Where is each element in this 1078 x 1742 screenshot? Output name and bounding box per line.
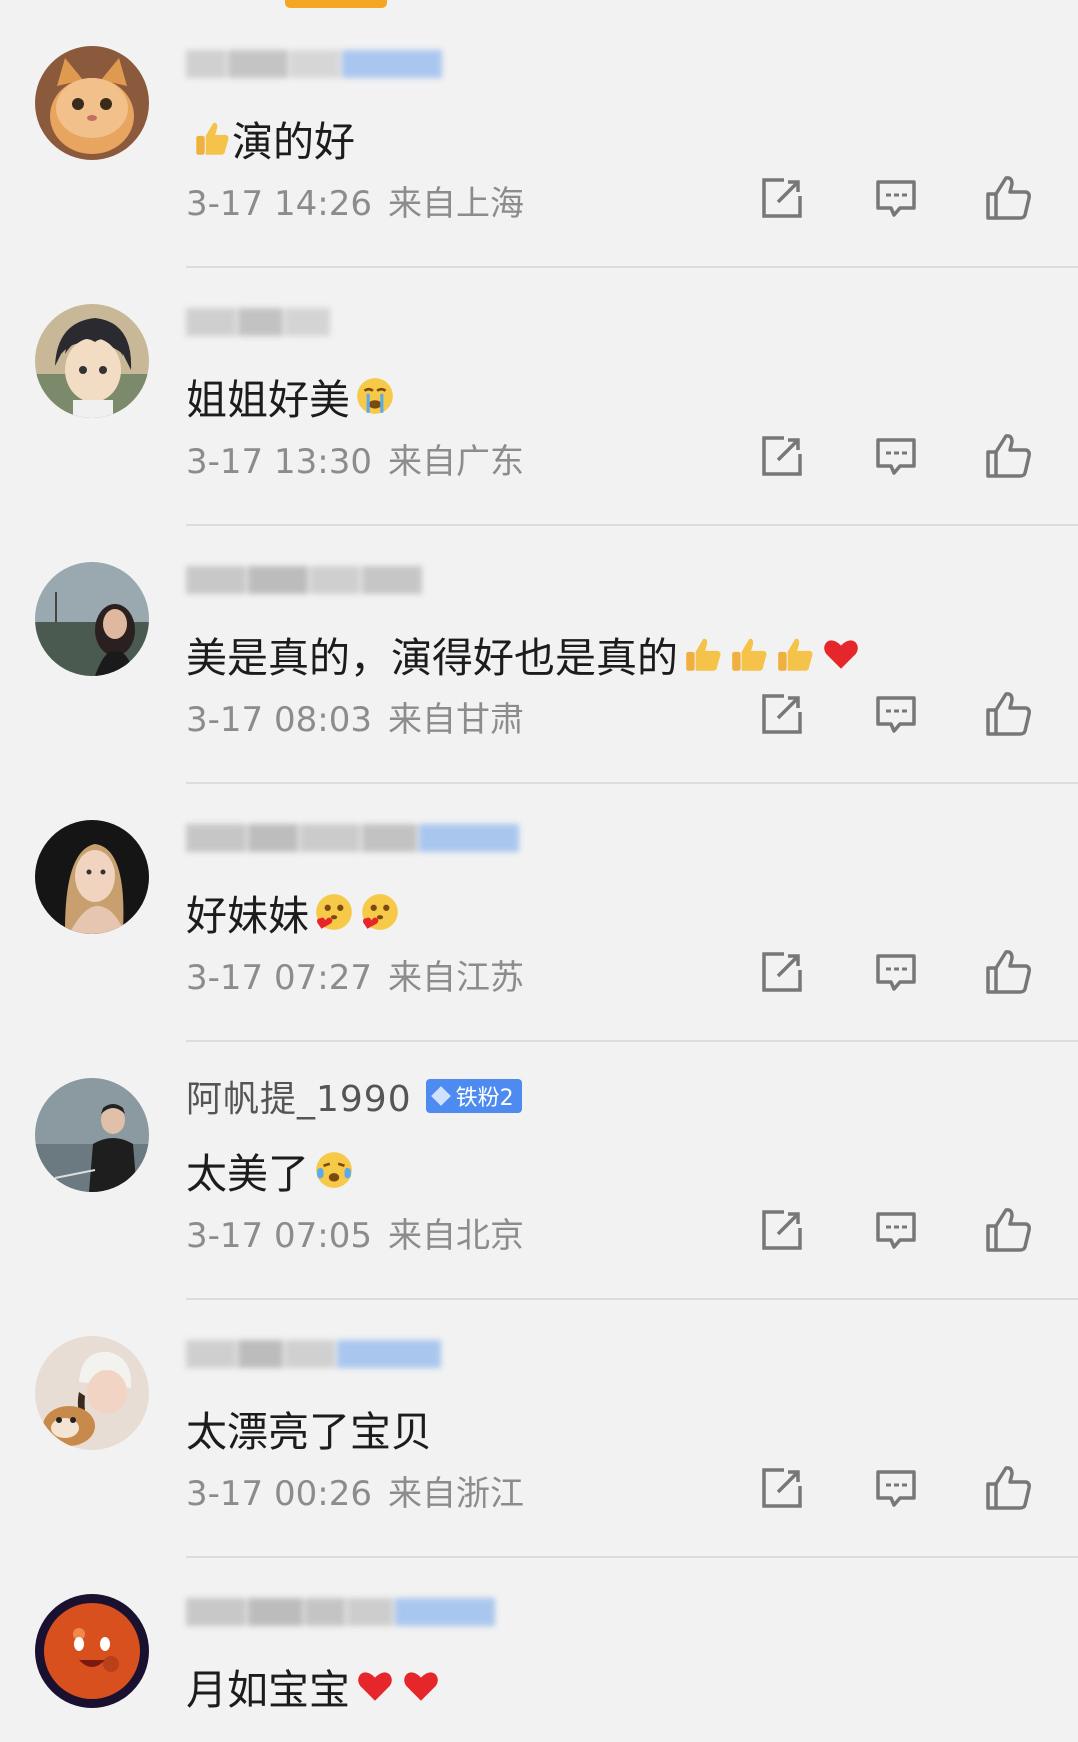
username-row[interactable] (186, 816, 521, 860)
red-heart-emoji-icon (354, 1665, 396, 1707)
comment-location: 来自北京 (387, 1216, 524, 1256)
thumbs-up-emoji-icon (774, 633, 816, 675)
username-row[interactable]: 阿帆提_1990 铁粉2 (186, 1074, 522, 1120)
comment-icon[interactable] (872, 1206, 920, 1254)
comment-text: 太美了 (186, 1140, 355, 1200)
thumbs-up-icon[interactable] (984, 948, 1032, 996)
thumbs-up-emoji-icon (682, 633, 724, 675)
fan-badge[interactable]: 铁粉2 (425, 1079, 522, 1113)
comment-text: 美是真的，演得好也是真的 (186, 624, 862, 684)
blurred-username (186, 302, 332, 342)
thumbs-up-emoji-icon (728, 633, 770, 675)
comment-time: 3-17 13:30 (186, 442, 372, 482)
comment-meta: 3-17 13:30 来自广东 (186, 434, 524, 483)
comment-text: 月如宝宝 (186, 1656, 442, 1716)
comment-meta: 3-17 14:26 来自上海 (186, 176, 524, 225)
red-heart-emoji-icon (400, 1665, 442, 1707)
comment-item: 太漂亮了宝贝 3-17 00:26 来自浙江 (0, 1310, 1078, 1568)
comment-location: 来自甘肃 (387, 700, 524, 740)
thumbs-up-emoji-icon (190, 117, 232, 159)
comment-meta: 3-17 07:05 来自北京 (186, 1208, 524, 1257)
blurred-username (186, 818, 521, 858)
username-row[interactable] (186, 1332, 443, 1376)
username-row[interactable] (186, 1590, 497, 1634)
comment-text: 好妹妹 (186, 882, 401, 942)
comment-time: 3-17 14:26 (186, 184, 372, 224)
avatar[interactable] (35, 562, 149, 676)
red-heart-emoji-icon (820, 633, 862, 675)
avatar[interactable] (35, 46, 149, 160)
blurred-username (186, 1334, 443, 1374)
comment-meta: 3-17 00:26 来自浙江 (186, 1466, 524, 1515)
comment-text: 太漂亮了宝贝 (186, 1408, 432, 1456)
comment-time: 3-17 00:26 (186, 1474, 372, 1514)
divider (186, 1556, 1078, 1558)
share-icon[interactable] (758, 1206, 806, 1254)
comment-icon[interactable] (872, 174, 920, 222)
comment-time: 3-17 07:05 (186, 1216, 372, 1256)
username[interactable]: 阿帆提_1990 (186, 1070, 412, 1122)
comment-meta: 3-17 08:03 来自甘肃 (186, 692, 524, 741)
comment-item: 月如宝宝 (0, 1568, 1078, 1742)
divider (186, 782, 1078, 784)
thumbs-up-icon[interactable] (984, 1464, 1032, 1512)
moved-face-emoji-icon (313, 1149, 355, 1191)
avatar[interactable] (35, 1078, 149, 1192)
share-icon[interactable] (758, 948, 806, 996)
blurred-username (186, 560, 424, 600)
divider (186, 1040, 1078, 1042)
comment-location: 来自浙江 (387, 1474, 524, 1514)
comment-text: 演的好 (186, 108, 355, 168)
comment-icon[interactable] (872, 1464, 920, 1512)
comment-icon[interactable] (872, 690, 920, 738)
username-row[interactable] (186, 558, 424, 602)
username-row[interactable] (186, 42, 444, 86)
hugging-face-emoji-icon (313, 891, 355, 933)
comment-icon[interactable] (872, 432, 920, 480)
comment-item: 美是真的，演得好也是真的 3-17 08:03 来自甘肃 (0, 536, 1078, 794)
blurred-username (186, 1592, 497, 1632)
username-row[interactable] (186, 300, 332, 344)
share-icon[interactable] (758, 690, 806, 738)
comment-text: 姐姐好美 (186, 366, 396, 426)
comment-item: 好妹妹 3-17 07:27 来自江苏 (0, 794, 1078, 1052)
comment-location: 来自上海 (387, 184, 524, 224)
avatar[interactable] (35, 1336, 149, 1450)
share-icon[interactable] (758, 432, 806, 480)
comment-item: 姐姐好美 3-17 13:30 来自广东 (0, 278, 1078, 536)
crying-face-emoji-icon (354, 375, 396, 417)
avatar[interactable] (35, 304, 149, 418)
comment-item: 演的好 3-17 14:26 来自上海 (0, 20, 1078, 278)
comment-time: 3-17 08:03 (186, 700, 372, 740)
diamond-icon (430, 1086, 451, 1106)
share-icon[interactable] (758, 174, 806, 222)
comment-meta: 3-17 07:27 来自江苏 (186, 950, 524, 999)
divider (186, 524, 1078, 526)
thumbs-up-icon[interactable] (984, 432, 1032, 480)
comment-location: 来自江苏 (387, 958, 524, 998)
comment-item: 阿帆提_1990 铁粉2 太美了 3-17 07:05 来自北京 (0, 1052, 1078, 1310)
divider (186, 266, 1078, 268)
comment-time: 3-17 07:27 (186, 958, 372, 998)
avatar[interactable] (35, 1594, 149, 1708)
avatar[interactable] (35, 820, 149, 934)
thumbs-up-icon[interactable] (984, 174, 1032, 222)
comment-icon[interactable] (872, 948, 920, 996)
blurred-username (186, 44, 444, 84)
hugging-face-emoji-icon (359, 891, 401, 933)
divider (186, 1298, 1078, 1300)
share-icon[interactable] (758, 1464, 806, 1512)
comment-location: 来自广东 (387, 442, 524, 482)
thumbs-up-icon[interactable] (984, 690, 1032, 738)
tab-indicator (285, 0, 387, 8)
thumbs-up-icon[interactable] (984, 1206, 1032, 1254)
